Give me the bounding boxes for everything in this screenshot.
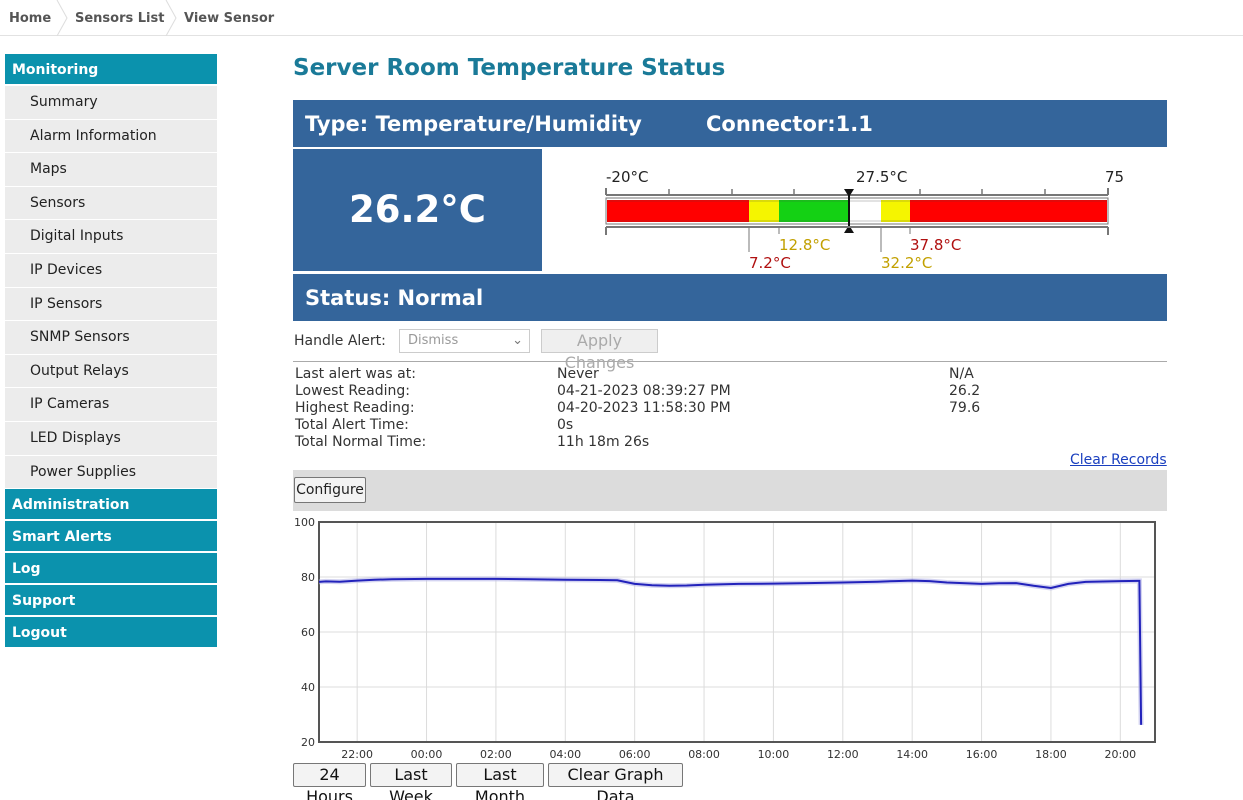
series-line xyxy=(318,577,1143,725)
series-line-shadow xyxy=(318,576,1144,725)
sidebar-item-alarm-information[interactable]: Alarm Information xyxy=(5,119,217,154)
x-tick-label: 16:00 xyxy=(966,748,998,761)
apply-changes-button[interactable]: Apply Changes xyxy=(541,329,658,372)
x-tick-label: 02:00 xyxy=(480,748,512,761)
x-tick-label: 00:00 xyxy=(411,748,443,761)
gauge-setpoint-label: 27.5°C xyxy=(856,168,907,186)
sidebar-item-led-displays[interactable]: LED Displays xyxy=(5,421,217,456)
x-tick-label: 04:00 xyxy=(549,748,581,761)
reading-stats: Last alert was at: Never N/A Lowest Read… xyxy=(295,366,1165,451)
temperature-graph-svg: 20 40 60 80 100 22:00 00:00 02:00 04:00 06:00 08:0… xyxy=(294,516,1156,761)
sensor-type-bar: Type: Temperature/Humidity Connector:1.1 xyxy=(293,100,1167,147)
sidebar-item-output-relays[interactable]: Output Relays xyxy=(5,354,217,389)
stat-extra: N/A xyxy=(949,366,974,382)
status-bar: Status: Normal xyxy=(293,274,1167,321)
x-tick-label: 12:00 xyxy=(827,748,859,761)
page-title: Server Room Temperature Status xyxy=(293,55,726,81)
graph-last-month-button[interactable]: Last Month xyxy=(456,763,544,800)
stat-label: Last alert was at: xyxy=(295,366,416,382)
sidebar-section-smart-alerts[interactable]: Smart Alerts xyxy=(5,521,217,554)
x-tick-label: 10:00 xyxy=(758,748,790,761)
handle-alert-label: Handle Alert: xyxy=(294,333,386,349)
clear-records-link[interactable]: Clear Records xyxy=(1070,452,1167,468)
gauge-min-label: -20°C xyxy=(606,168,648,186)
y-tick-label: 80 xyxy=(301,571,315,584)
stat-value: 0s xyxy=(557,417,574,433)
clear-graph-data-button[interactable]: Clear Graph Data xyxy=(548,763,683,800)
x-tick-label: 06:00 xyxy=(619,748,651,761)
handle-alert-select[interactable]: Dismiss ⌄ xyxy=(399,329,530,353)
handle-alert-row: Handle Alert: Dismiss ⌄ Apply Changes xyxy=(293,328,1167,372)
gauge-zone-high-critical xyxy=(910,200,1107,222)
gauge-zone-high-warning xyxy=(881,200,910,222)
stat-extra: 79.6 xyxy=(949,400,981,416)
gauge-max-label: 75°C xyxy=(1105,168,1125,186)
sidebar-item-summary[interactable]: Summary xyxy=(5,86,217,120)
graph-last-week-button[interactable]: Last Week xyxy=(370,763,452,800)
sidebar-section-monitoring[interactable]: Monitoring xyxy=(5,54,217,86)
x-tick-label: 14:00 xyxy=(896,748,928,761)
sidebar-item-ip-cameras[interactable]: IP Cameras xyxy=(5,388,217,422)
stat-label: Lowest Reading: xyxy=(295,383,410,399)
x-tick-label: 22:00 xyxy=(341,748,373,761)
sidebar-item-maps[interactable]: Maps xyxy=(5,153,217,187)
handle-alert-select-value: Dismiss xyxy=(408,333,459,348)
sidebar-item-ip-sensors[interactable]: IP Sensors xyxy=(5,287,217,322)
sidebar-section-administration[interactable]: Administration xyxy=(5,489,217,522)
breadcrumb-separator-icon xyxy=(165,0,177,36)
sidebar-item-digital-inputs[interactable]: Digital Inputs xyxy=(5,220,217,254)
gauge-high-warning-label: 32.2°C xyxy=(881,254,932,272)
y-tick-label: 100 xyxy=(294,516,315,529)
sidebar-item-sensors[interactable]: Sensors xyxy=(5,186,217,221)
stat-row: Total Alert Time: 0s xyxy=(295,417,1165,434)
sensor-type: Type: Temperature/Humidity xyxy=(305,112,642,136)
gauge-zone-normal xyxy=(779,200,849,222)
x-tick-label: 08:00 xyxy=(688,748,720,761)
stat-value: 04-20-2023 11:58:30 PM xyxy=(557,400,731,416)
sensor-connector: Connector:1.1 xyxy=(706,112,873,136)
stat-label: Total Normal Time: xyxy=(295,434,427,450)
stat-row: Total Normal Time: 11h 18m 26s xyxy=(295,434,1165,451)
gauge-zone-low-critical xyxy=(607,200,749,222)
stat-row: Highest Reading: 04-20-2023 11:58:30 PM … xyxy=(295,400,1165,417)
x-tick-label: 20:00 xyxy=(1104,748,1136,761)
sidebar-item-ip-devices[interactable]: IP Devices xyxy=(5,253,217,288)
y-tick-label: 40 xyxy=(301,681,315,694)
breadcrumb: Home Sensors List View Sensor xyxy=(0,0,1243,36)
stat-row: Last alert was at: Never N/A xyxy=(295,366,1165,383)
stat-value: 11h 18m 26s xyxy=(557,434,650,450)
breadcrumb-sensors-list[interactable]: Sensors List xyxy=(75,0,164,36)
gauge-low-critical-label: 7.2°C xyxy=(749,254,791,272)
sidebar-section-log[interactable]: Log xyxy=(5,553,217,586)
breadcrumb-view-sensor: View Sensor xyxy=(184,11,275,26)
gauge-low-warning-label: 12.8°C xyxy=(779,236,830,254)
chevron-down-icon: ⌄ xyxy=(512,333,523,348)
y-tick-label: 60 xyxy=(301,626,315,639)
stat-label: Highest Reading: xyxy=(295,400,415,416)
configure-bar: Configure xyxy=(293,470,1167,511)
configure-button[interactable]: Configure xyxy=(294,477,366,503)
sidebar: Monitoring Summary Alarm Information Map… xyxy=(5,54,217,650)
x-tick-label: 18:00 xyxy=(1035,748,1067,761)
temperature-graph: 20 40 60 80 100 22:00 00:00 02:00 04:00 06:00 08:0… xyxy=(290,514,1165,762)
graph-24-hours-button[interactable]: 24 Hours xyxy=(293,763,366,800)
gauge-high-critical-label: 37.8°C xyxy=(910,236,961,254)
stat-row: Lowest Reading: 04-21-2023 08:39:27 PM 2… xyxy=(295,383,1165,400)
sidebar-section-support[interactable]: Support xyxy=(5,585,217,618)
stat-value: Never xyxy=(557,366,599,382)
breadcrumb-separator-icon xyxy=(56,0,68,36)
sidebar-item-power-supplies[interactable]: Power Supplies xyxy=(5,455,217,490)
stat-value: 04-21-2023 08:39:27 PM xyxy=(557,383,731,399)
y-tick-label: 20 xyxy=(301,736,315,749)
sidebar-section-logout[interactable]: Logout xyxy=(5,617,217,650)
stat-extra: 26.2 xyxy=(949,383,981,399)
breadcrumb-home[interactable]: Home xyxy=(9,0,51,36)
stat-label: Total Alert Time: xyxy=(295,417,409,433)
gauge-zone-low-warning xyxy=(749,200,779,222)
sidebar-item-snmp-sensors[interactable]: SNMP Sensors xyxy=(5,321,217,355)
current-reading: 26.2°C xyxy=(293,149,542,271)
threshold-gauge: -20°C 75°C 27.5°C 12.8°C xyxy=(595,160,1125,275)
